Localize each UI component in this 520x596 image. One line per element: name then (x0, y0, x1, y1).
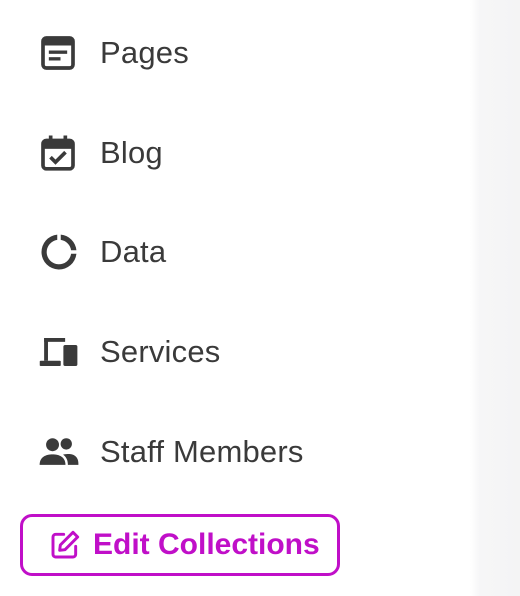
donut-chart-icon (38, 231, 80, 273)
nav-item-label: Staff Members (100, 434, 304, 469)
calendar-check-icon (38, 132, 80, 174)
nav-item-staff-members[interactable]: Staff Members (38, 428, 304, 476)
edit-icon (49, 529, 81, 561)
collections-panel: Pages Blog Data Services Staff Members E… (0, 0, 520, 596)
pages-icon (38, 32, 80, 74)
nav-item-pages[interactable]: Pages (38, 29, 189, 77)
edit-collections-button[interactable]: Edit Collections (20, 514, 340, 576)
devices-icon (38, 331, 80, 373)
people-icon (38, 431, 80, 473)
nav-item-data[interactable]: Data (38, 228, 166, 276)
nav-item-label: Blog (100, 135, 163, 170)
nav-item-blog[interactable]: Blog (38, 129, 163, 177)
nav-item-label: Data (100, 234, 167, 269)
nav-item-label: Pages (100, 35, 189, 70)
edit-collections-label: Edit Collections (93, 528, 320, 561)
nav-item-label: Services (100, 334, 221, 369)
nav-item-services[interactable]: Services (38, 328, 220, 376)
